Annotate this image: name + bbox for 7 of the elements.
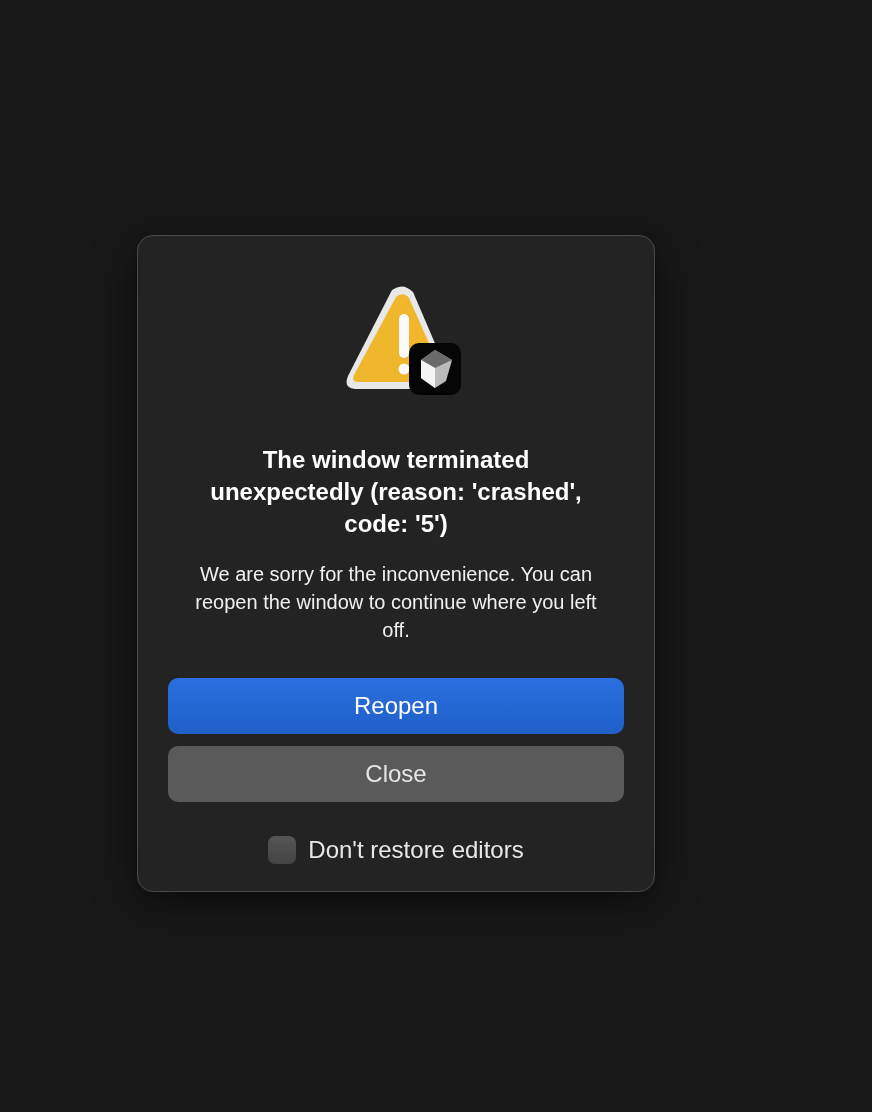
close-button[interactable]: Close bbox=[168, 746, 624, 802]
dialog-message: We are sorry for the inconvenience. You can reopen the window to continue where you left off. bbox=[194, 562, 598, 643]
checkbox[interactable] bbox=[268, 836, 297, 864]
warning-icon bbox=[345, 284, 463, 396]
reopen-button[interactable]: Reopen bbox=[168, 678, 624, 734]
checkbox-label: Don't restore editors bbox=[308, 836, 524, 864]
dialog-title: The window terminated unexpectedly (reason: 'crashed', code: '5') bbox=[209, 445, 583, 539]
